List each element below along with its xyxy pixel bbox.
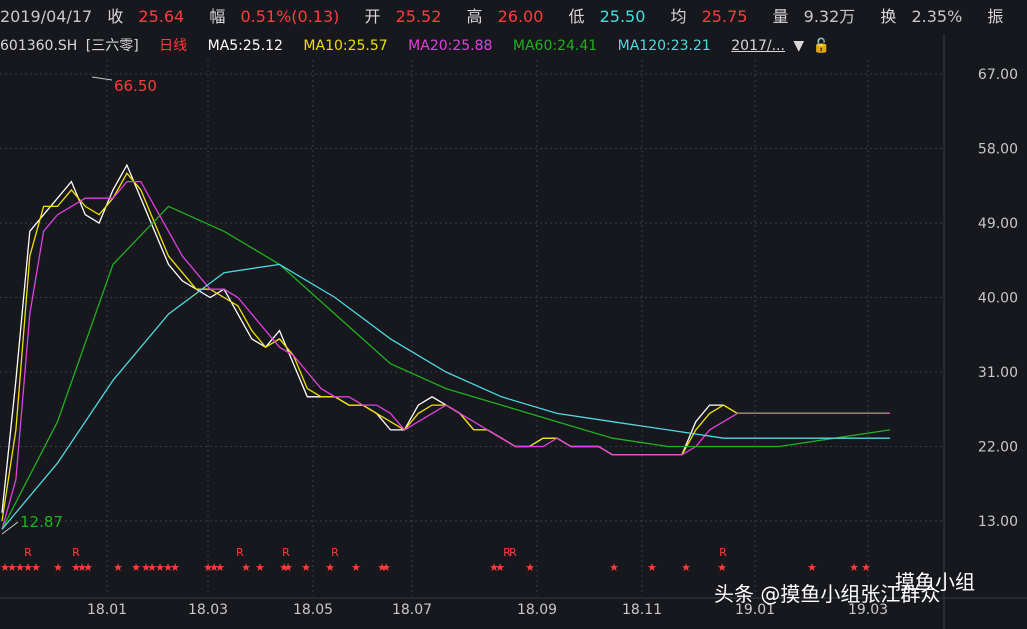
event-star-icon: ★ xyxy=(113,561,123,574)
x-tick-label: 18.09 xyxy=(517,602,557,618)
y-tick-label: 67.00 xyxy=(978,67,1018,83)
event-marker-icon: R xyxy=(282,546,290,559)
event-star-icon: ★ xyxy=(807,561,817,574)
event-marker-icon: R xyxy=(72,546,80,559)
x-tick-label: 18.11 xyxy=(622,602,662,618)
event-star-icon: ★ xyxy=(83,561,93,574)
y-tick-label: 13.00 xyxy=(978,514,1018,530)
event-star-icon: ★ xyxy=(525,561,535,574)
event-star-icon: ★ xyxy=(381,561,391,574)
watermark-logo-text: 摸鱼小组 xyxy=(895,570,975,594)
event-star-icon: ★ xyxy=(495,561,505,574)
min-price-annotation: 12.87 xyxy=(20,513,63,531)
y-tick-label: 58.00 xyxy=(978,142,1018,158)
series-ma5-line xyxy=(1,163,890,513)
y-tick-label: 22.00 xyxy=(978,440,1018,456)
event-star-icon: ★ xyxy=(170,561,180,574)
max-price-annotation: 66.50 xyxy=(114,77,157,95)
event-star-icon: ★ xyxy=(849,561,859,574)
x-tick-label: 18.01 xyxy=(87,602,127,618)
event-marker-icon: R xyxy=(24,546,32,559)
event-star-icon: ★ xyxy=(131,561,141,574)
x-tick-label: 18.07 xyxy=(392,602,432,618)
series-ma10-line xyxy=(1,172,890,522)
event-star-icon: ★ xyxy=(53,561,63,574)
y-tick-label: 40.00 xyxy=(978,291,1018,307)
event-star-icon: ★ xyxy=(301,561,311,574)
event-star-icon: ★ xyxy=(609,561,619,574)
event-star-icon: ★ xyxy=(241,561,251,574)
event-star-icon: ★ xyxy=(215,561,225,574)
x-tick-label: 18.05 xyxy=(293,602,333,618)
event-marker-icon: R xyxy=(331,546,339,559)
event-marker-icon: R xyxy=(719,546,727,559)
event-star-icon: ★ xyxy=(717,561,727,574)
event-star-icon: ★ xyxy=(325,561,335,574)
event-star-icon: ★ xyxy=(861,561,871,574)
max-annotation-pointer xyxy=(91,76,113,81)
event-marker-icon: R xyxy=(509,546,517,559)
event-star-icon: ★ xyxy=(255,561,265,574)
series-ma120-line xyxy=(1,263,890,530)
series-ma60-line xyxy=(1,205,891,530)
series-ma20-line xyxy=(1,180,890,530)
x-tick-label: 18.03 xyxy=(188,602,228,618)
event-star-icon: ★ xyxy=(681,561,691,574)
event-star-icon: ★ xyxy=(31,561,41,574)
y-tick-label: 31.00 xyxy=(978,365,1018,381)
event-marker-icon: R xyxy=(236,546,244,559)
event-star-icon: ★ xyxy=(351,561,361,574)
y-tick-label: 49.00 xyxy=(978,216,1018,232)
event-star-icon: ★ xyxy=(647,561,657,574)
kline-chart[interactable]: 18.01 18.03 18.05 18.07 18.09 18.11 19.01 19.03… xyxy=(0,0,1027,629)
event-star-icon: ★ xyxy=(283,561,293,574)
